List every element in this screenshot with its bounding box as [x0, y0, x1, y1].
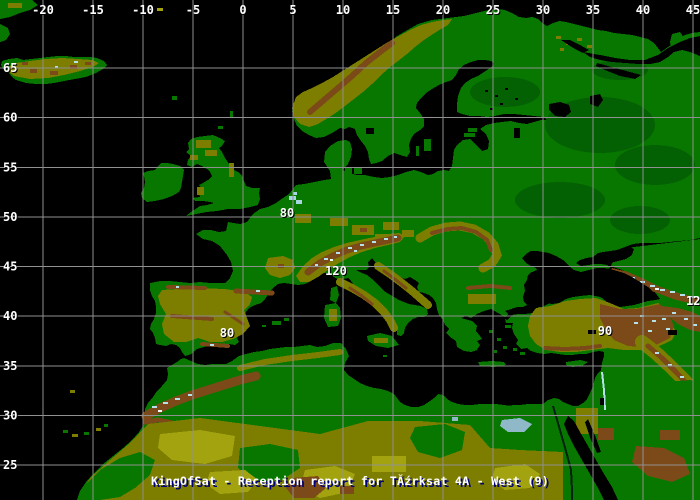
reception-value: 120 [686, 294, 700, 308]
greenland-highland [8, 3, 22, 8]
sardinia-highland [329, 309, 337, 321]
lat-axis-label: 45 [3, 260, 17, 274]
reception-point: 120120 [325, 264, 348, 279]
lake-tuz [588, 330, 596, 334]
map-title: KingOfSat - Reception report for TĂźrksa… [0, 474, 700, 488]
lon-axis-label: 5 [289, 3, 296, 17]
lat-axis-label: 40 [3, 309, 17, 323]
balkan-mountains [468, 286, 510, 288]
bohemia-peak [360, 228, 367, 232]
lat-axis-label: 65 [3, 61, 17, 75]
lat-axis-label: 35 [3, 359, 17, 373]
reception-map-page: -20 -15 -10 -5 0 5 10 15 20 25 30 35 40 45 65 60 55 50 45 4… [0, 0, 700, 500]
lake-vanern [366, 128, 374, 134]
landmass-ireland [141, 163, 184, 202]
lon-axis-label: 15 [386, 3, 400, 17]
reception-value: 80 [220, 326, 234, 340]
lon-axis-label: -10 [132, 3, 154, 17]
reception-point: 8080 [220, 326, 235, 341]
iceland-glacier2 [74, 61, 78, 63]
lake-peipus [514, 128, 520, 138]
reception-value: 90 [598, 324, 612, 338]
lat-axis-label: 30 [3, 408, 17, 422]
reception-point: 120120 [686, 294, 700, 309]
rhodope [468, 294, 496, 304]
reception-value: 120 [325, 264, 347, 278]
lon-axis-label: 20 [436, 3, 450, 17]
island-orkney [218, 126, 223, 129]
island-shetland [230, 111, 233, 118]
lon-axis-label: -20 [32, 3, 54, 17]
reception-point: 9090 [598, 324, 613, 339]
lat-axis-label: 60 [3, 111, 17, 125]
lon-axis-label: 30 [536, 3, 550, 17]
lon-axis-label: 0 [239, 3, 246, 17]
lon-axis-label: -15 [82, 3, 104, 17]
lat-axis-label: 25 [3, 458, 17, 472]
sicily-highland [374, 338, 388, 343]
islands-balearic [262, 318, 289, 327]
lon-axis-label: 45 [686, 3, 700, 17]
lat-axis-label: 55 [3, 160, 17, 174]
reception-point: 8080 [280, 206, 295, 221]
reception-value: 80 [280, 206, 294, 220]
island-jan-mayen [157, 8, 163, 11]
lon-axis-label: 25 [486, 3, 500, 17]
reception-map: -20 -15 -10 -5 0 5 10 15 20 25 30 35 40 45 65 60 55 50 45 4… [0, 0, 700, 500]
lat-axis-label: 50 [3, 210, 17, 224]
lon-axis-label: -5 [186, 3, 200, 17]
island-faroe [172, 96, 177, 100]
islands-canary-madeira [63, 390, 108, 437]
lon-axis-label: 10 [336, 3, 350, 17]
lake-van [668, 330, 677, 335]
dead-sea [600, 398, 604, 405]
island-corsica [330, 286, 339, 303]
lon-axis-label: 35 [586, 3, 600, 17]
lon-axis-label: 40 [636, 3, 650, 17]
